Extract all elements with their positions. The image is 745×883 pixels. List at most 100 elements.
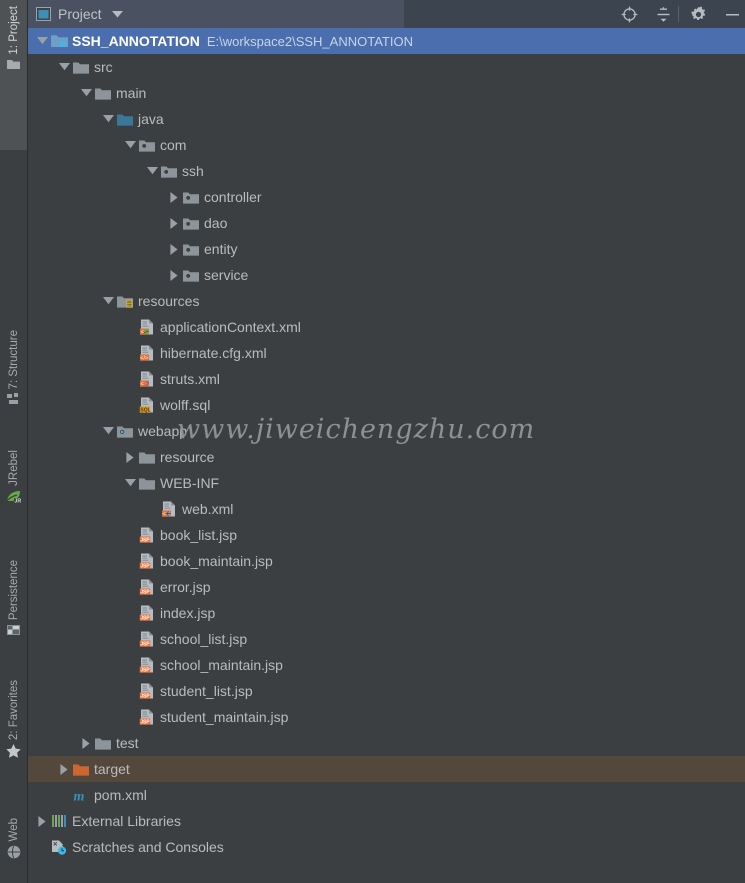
chevron-right-icon[interactable] — [122, 444, 138, 470]
tree-row-label: com — [160, 137, 187, 153]
minimize-button[interactable] — [717, 0, 745, 28]
package-icon — [182, 262, 200, 288]
tree-row-label: book_maintain.jsp — [160, 553, 273, 569]
chevron-right-icon[interactable] — [166, 210, 182, 236]
tree-row-label: main — [116, 85, 147, 101]
tree-row[interactable]: </> hibernate.cfg.xml — [28, 340, 745, 366]
scratches-icon — [50, 834, 68, 860]
tree-arrow-placeholder — [122, 600, 138, 626]
tree-arrow-placeholder — [122, 548, 138, 574]
tree-row-label: applicationContext.xml — [160, 319, 301, 335]
chevron-down-icon[interactable] — [144, 158, 160, 184]
collapse-all-button[interactable] — [648, 0, 678, 28]
project-tree[interactable]: SSH_ANNOTATION E:\workspace2\SSH_ANNOTATI… — [28, 28, 745, 883]
tree-row-label: wolff.sql — [160, 397, 211, 413]
tree-row[interactable]: target — [28, 756, 745, 782]
struts-xml-icon: < — [138, 366, 156, 392]
tree-row-path: E:\workspace2\SSH_ANNOTATION — [206, 33, 413, 49]
tree-row[interactable]: test — [28, 730, 745, 756]
tree-row[interactable]: main — [28, 80, 745, 106]
chevron-down-icon[interactable] — [111, 10, 123, 18]
tree-row[interactable]: com — [28, 132, 745, 158]
tree-row[interactable]: WEB-INF — [28, 470, 745, 496]
chevron-down-icon[interactable] — [122, 132, 138, 158]
jsp-icon: JSP — [138, 522, 156, 548]
sidebar-tab-jrebel[interactable]: JRebel JR — [0, 450, 27, 503]
tree-row-label: ssh — [182, 163, 204, 179]
tree-row-label: book_list.jsp — [160, 527, 238, 543]
tree-row-label: pom.xml — [94, 787, 147, 803]
tree-row[interactable]: entity — [28, 236, 745, 262]
jsp-icon: JSP — [138, 704, 156, 730]
jsp-icon: JSP — [138, 600, 156, 626]
tree-row[interactable]: JSP book_maintain.jsp — [28, 548, 745, 574]
tree-row[interactable]: JSP student_maintain.jsp — [28, 704, 745, 730]
scroll-from-source-button[interactable] — [614, 0, 644, 28]
source-root-icon — [116, 106, 134, 132]
project-module-icon — [50, 28, 68, 54]
tree-row[interactable]: webapp — [28, 418, 745, 444]
tree-row[interactable]: service — [28, 262, 745, 288]
tree-row[interactable]: java — [28, 106, 745, 132]
tree-row[interactable]: < applicationContext.xml — [28, 314, 745, 340]
tree-arrow-placeholder — [122, 522, 138, 548]
chevron-down-icon[interactable] — [56, 54, 72, 80]
tree-row[interactable]: SQL wolff.sql — [28, 392, 745, 418]
tree-row[interactable]: < web.xml — [28, 496, 745, 522]
project-view-selector[interactable]: Project — [28, 0, 404, 28]
tree-arrow-placeholder — [122, 314, 138, 340]
tree-arrow-placeholder — [144, 496, 160, 522]
tree-row[interactable]: External Libraries — [28, 808, 745, 834]
folder-icon — [94, 730, 112, 756]
tree-row[interactable]: controller — [28, 184, 745, 210]
tree-row[interactable]: m pom.xml — [28, 782, 745, 808]
chevron-down-icon[interactable] — [122, 470, 138, 496]
settings-button[interactable] — [683, 0, 713, 28]
tree-row-label: webapp — [138, 423, 188, 439]
chevron-down-icon[interactable] — [100, 288, 116, 314]
tree-row[interactable]: SSH_ANNOTATION E:\workspace2\SSH_ANNOTATI… — [28, 28, 745, 54]
chevron-down-icon[interactable] — [100, 106, 116, 132]
sidebar-tab-favorites[interactable]: 2: Favorites — [0, 680, 27, 758]
tree-row[interactable]: JSP index.jsp — [28, 600, 745, 626]
tree-row[interactable]: JSP book_list.jsp — [28, 522, 745, 548]
tree-row[interactable]: JSP school_list.jsp — [28, 626, 745, 652]
chevron-down-icon[interactable] — [100, 418, 116, 444]
tree-row[interactable]: dao — [28, 210, 745, 236]
chevron-right-icon[interactable] — [78, 730, 94, 756]
tree-row[interactable]: resources — [28, 288, 745, 314]
sidebar-tab-structure[interactable]: 7: Structure — [0, 330, 27, 405]
tree-row[interactable]: JSP student_list.jsp — [28, 678, 745, 704]
tree-row[interactable]: JSP error.jsp — [28, 574, 745, 600]
tree-arrow-placeholder — [122, 652, 138, 678]
tree-row[interactable]: ssh — [28, 158, 745, 184]
chevron-right-icon[interactable] — [34, 808, 50, 834]
sidebar-tab-web[interactable]: Web — [0, 818, 27, 859]
project-view-label: Project — [58, 6, 102, 22]
sidebar-tab-project[interactable]: 1: Project — [0, 6, 27, 70]
tree-row[interactable]: src — [28, 54, 745, 80]
tree-row[interactable]: < struts.xml — [28, 366, 745, 392]
sidebar-tab-persistence[interactable]: Persistence — [0, 560, 27, 636]
chevron-right-icon[interactable] — [166, 236, 182, 262]
spring-xml-icon: < — [138, 314, 156, 340]
tree-row[interactable]: resource — [28, 444, 745, 470]
tree-row[interactable]: JSP school_maintain.jsp — [28, 652, 745, 678]
chevron-down-icon[interactable] — [34, 28, 50, 54]
package-icon — [182, 236, 200, 262]
chevron-right-icon[interactable] — [166, 184, 182, 210]
svg-text:m: m — [74, 789, 85, 803]
chevron-down-icon[interactable] — [78, 80, 94, 106]
chevron-right-icon[interactable] — [56, 756, 72, 782]
tool-window-tab-strip: 1: Project 7: Structure JRebel JR Persis — [0, 0, 28, 883]
chevron-right-icon[interactable] — [166, 262, 182, 288]
package-icon — [160, 158, 178, 184]
tree-row[interactable]: Scratches and Consoles — [28, 834, 745, 860]
